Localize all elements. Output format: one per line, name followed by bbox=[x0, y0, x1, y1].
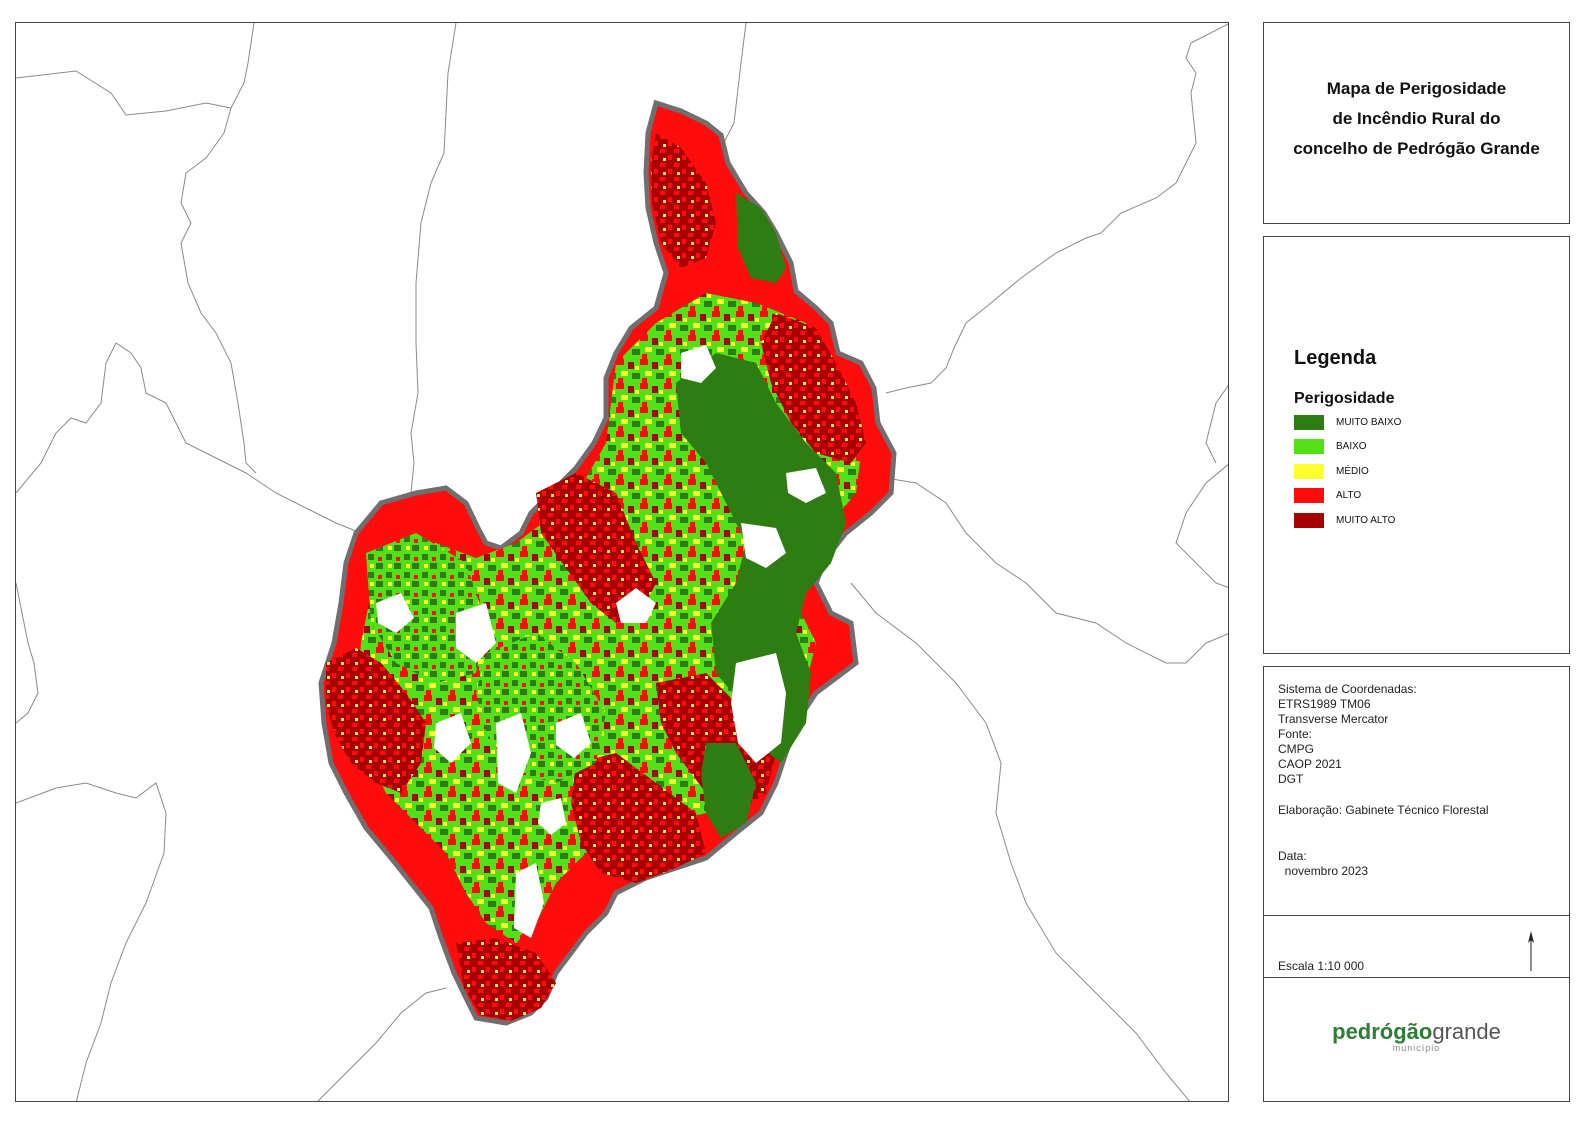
info-date-label: Data: bbox=[1278, 849, 1307, 863]
scale-text: Escala 1:10 000 bbox=[1278, 959, 1365, 973]
info-coord-system-value: ETRS1989 TM06 bbox=[1278, 697, 1371, 711]
title-box: Mapa de Perigosidade de Incêndio Rural d… bbox=[1263, 22, 1570, 224]
legend-swatch-baixo bbox=[1294, 439, 1324, 454]
info-divider-2 bbox=[1264, 977, 1569, 978]
map-canvas[interactable] bbox=[16, 23, 1229, 1102]
legend-subheading: Perigosidade bbox=[1294, 390, 1395, 407]
municipality-logo: pedrógãogrande município bbox=[1264, 1019, 1569, 1053]
info-source-dgt: DGT bbox=[1278, 772, 1304, 786]
legend-label-muito-alto: MUITO ALTO bbox=[1336, 515, 1396, 526]
info-box: Sistema de Coordenadas: ETRS1989 TM06 Tr… bbox=[1263, 666, 1570, 1102]
legend-box: Legenda Perigosidade MUITO BAIXO BAIXO M… bbox=[1263, 236, 1570, 654]
info-date-value: novembro 2023 bbox=[1278, 864, 1369, 878]
legend-swatch-alto bbox=[1294, 488, 1324, 503]
info-source-label: Fonte: bbox=[1278, 727, 1313, 741]
legend-swatch-muito-baixo bbox=[1294, 415, 1324, 430]
legend-label-medio: MÉDIO bbox=[1336, 466, 1369, 477]
legend-swatch-muito-alto bbox=[1294, 513, 1324, 528]
info-source-caop: CAOP 2021 bbox=[1278, 757, 1342, 771]
map-title-line-2: de Incêndio Rural do bbox=[1332, 109, 1501, 128]
info-source-cmpg: CMPG bbox=[1278, 742, 1314, 756]
municipality-hazard-area[interactable] bbox=[318, 99, 897, 1026]
map-title-line-1: Mapa de Perigosidade bbox=[1326, 79, 1507, 98]
info-divider-1 bbox=[1264, 915, 1569, 916]
north-arrow-icon bbox=[1528, 931, 1534, 971]
legend-label-alto: ALTO bbox=[1336, 490, 1362, 501]
legend-label-muito-baixo: MUITO BAIXO bbox=[1336, 417, 1402, 428]
info-projection: Transverse Mercator bbox=[1278, 712, 1389, 726]
map-frame[interactable] bbox=[15, 22, 1229, 1102]
legend-heading: Legenda bbox=[1294, 347, 1377, 369]
legend-swatch-medio bbox=[1294, 464, 1324, 479]
logo-word-grande: grande bbox=[1432, 1019, 1501, 1044]
legend-label-baixo: BAIXO bbox=[1336, 441, 1367, 452]
logo-word-pedrogao: pedrógão bbox=[1332, 1019, 1433, 1044]
info-author: Elaboração: Gabinete Técnico Florestal bbox=[1278, 803, 1489, 817]
logo-subtitle: município bbox=[1392, 1043, 1441, 1053]
info-coord-system-label: Sistema de Coordenadas: bbox=[1278, 682, 1417, 696]
map-title-line-3: concelho de Pedrógão Grande bbox=[1293, 139, 1540, 158]
